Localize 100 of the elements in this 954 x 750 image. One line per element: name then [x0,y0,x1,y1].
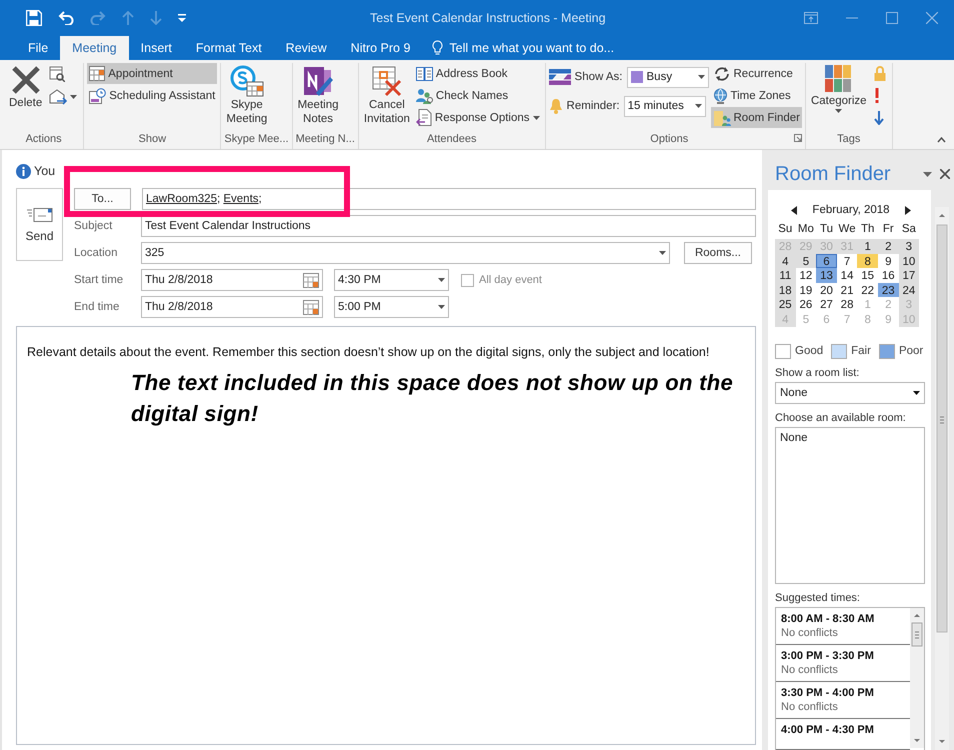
calendar-day[interactable]: 2 [878,239,899,254]
calendar-day[interactable]: 18 [775,282,796,298]
tell-me-search[interactable]: Tell me what you want to do... [422,36,624,60]
info-icon [16,164,31,178]
calendar-day[interactable]: 6 [816,254,837,268]
calendar-day[interactable]: 13 [816,268,837,283]
calendar-day[interactable]: 4 [775,254,796,268]
send-button[interactable]: Send [16,188,63,261]
ribbon-button[interactable]: Recurrence [710,63,802,84]
dialog-launcher-icon[interactable] [794,134,802,142]
ribbon-tab[interactable]: Insert [128,36,184,60]
date-field[interactable]: Thu 2/8/2018 [141,296,323,318]
body-text: Relevant details about the event. Remember this section doesn’t show up on the digital signs, only the subject and location! [27,344,710,361]
ribbon-tab[interactable]: Format Text [184,36,274,60]
previous-month-button[interactable] [791,206,797,214]
ribbon-button[interactable]: Cancel Invitation [362,63,412,127]
rooms-button[interactable]: Rooms... [684,242,752,264]
weekday-label: Tu [818,223,834,237]
ribbon-button[interactable]: Categorize [808,63,869,127]
calendar-day[interactable]: 8 [857,254,878,268]
ribbon-button[interactable]: Room Finder [710,107,802,128]
field-label: Show As: [574,71,622,83]
ribbon-button[interactable]: Delete [7,63,44,127]
checkbox-label: All day event [479,274,542,286]
calendar-day[interactable]: 25 [775,297,796,312]
calendar-day[interactable]: 1 [857,239,878,254]
dropdown-field[interactable]: 15 minutes [624,96,706,116]
room-list[interactable]: None [775,426,925,584]
weekday-label: Sa [900,223,917,237]
group-label: Show [138,133,168,145]
maximize-icon[interactable] [886,12,898,24]
ribbon-button[interactable]: Address Book [414,63,542,84]
stripes-icon [548,69,571,85]
globe-icon [712,88,728,104]
undo-icon[interactable] [58,11,74,25]
calendar-day[interactable]: 3 [898,239,920,254]
group-label: Skype Mee... [224,133,289,145]
envelope-arrow-icon [49,89,68,105]
ribbon-button[interactable]: Meeting Notes [296,63,340,127]
calendar-day[interactable]: 17 [898,268,920,283]
save-icon[interactable] [26,10,42,26]
room-item[interactable]: None [780,432,920,444]
subject-field[interactable]: Test Event Calendar Instructions [141,215,756,237]
field-label: End time [74,301,120,313]
calendar-clock-icon [89,88,106,104]
cycle-arrows-icon [712,66,730,82]
time-field[interactable]: 5:00 PM [334,296,449,318]
all-day-checkbox[interactable] [461,274,474,286]
envelope-icon [26,206,52,222]
to-button[interactable]: To... [74,188,131,210]
calendar-day[interactable]: 11 [775,268,796,283]
people-icon [416,88,433,104]
dropdown-icon[interactable] [923,172,932,176]
x-icon [10,65,41,95]
left-triangle-icon [791,206,797,214]
ribbon-button[interactable]: Skype Meeting [224,63,270,127]
caret-icon [438,305,445,309]
ribbon-button[interactable]: Check Names [414,85,542,106]
group-label: Meeting N... [296,133,355,145]
customize-icon[interactable] [178,14,186,22]
scrollbar[interactable] [935,207,949,750]
ribbon-tab[interactable]: Meeting [60,36,129,60]
field-label: Location [74,247,118,259]
dropdown-field[interactable]: Busy [626,66,708,88]
ribbon-button[interactable]: Time Zones [710,85,802,106]
to-field[interactable]: LawRoom325; Events; [142,188,756,210]
ribbon-button[interactable]: Appointment [87,63,218,84]
close-icon[interactable] [940,169,950,179]
location-field[interactable]: 325 [141,242,670,264]
caret-icon [659,251,666,255]
scrollbar[interactable] [910,608,924,748]
door-people-icon [712,110,730,126]
address-book-icon [416,66,433,80]
weekday-label: We [838,223,857,237]
field-label: Show a room list: [775,366,860,379]
caret-icon [694,104,702,108]
room-list-dropdown[interactable]: None [775,382,925,404]
next-month-button[interactable] [904,206,911,214]
ribbon-button[interactable]: Scheduling Assistant [87,85,218,106]
weekday-label: Fr [882,223,895,237]
collapse-ribbon-icon[interactable] [937,137,946,143]
lightbulb-icon [432,40,444,55]
month-label: February, 2018 [812,204,890,216]
color-grid-icon [824,65,853,93]
annotation-text: The text included in this space does not show up on the digital sign! [131,369,734,428]
ribbon-tab[interactable]: File [16,36,60,60]
date-field[interactable]: Thu 2/8/2018 [141,269,323,291]
ribbon-tab[interactable]: Review [274,36,339,60]
weekday-label: Mo [796,223,815,237]
group-label: Tags [836,133,862,145]
bell-icon [548,98,563,114]
lock-icon [874,66,886,82]
document-arrow-icon [416,109,432,126]
calendar-icon [303,272,319,288]
ribbon-display-icon[interactable] [804,12,818,24]
group-label: Options [649,133,690,145]
ribbon-button[interactable]: Response Options [414,107,542,128]
ribbon-tab[interactable]: Nitro Pro 9 [338,36,422,60]
time-field[interactable]: 4:30 PM [334,269,449,291]
caret-icon [913,390,920,395]
